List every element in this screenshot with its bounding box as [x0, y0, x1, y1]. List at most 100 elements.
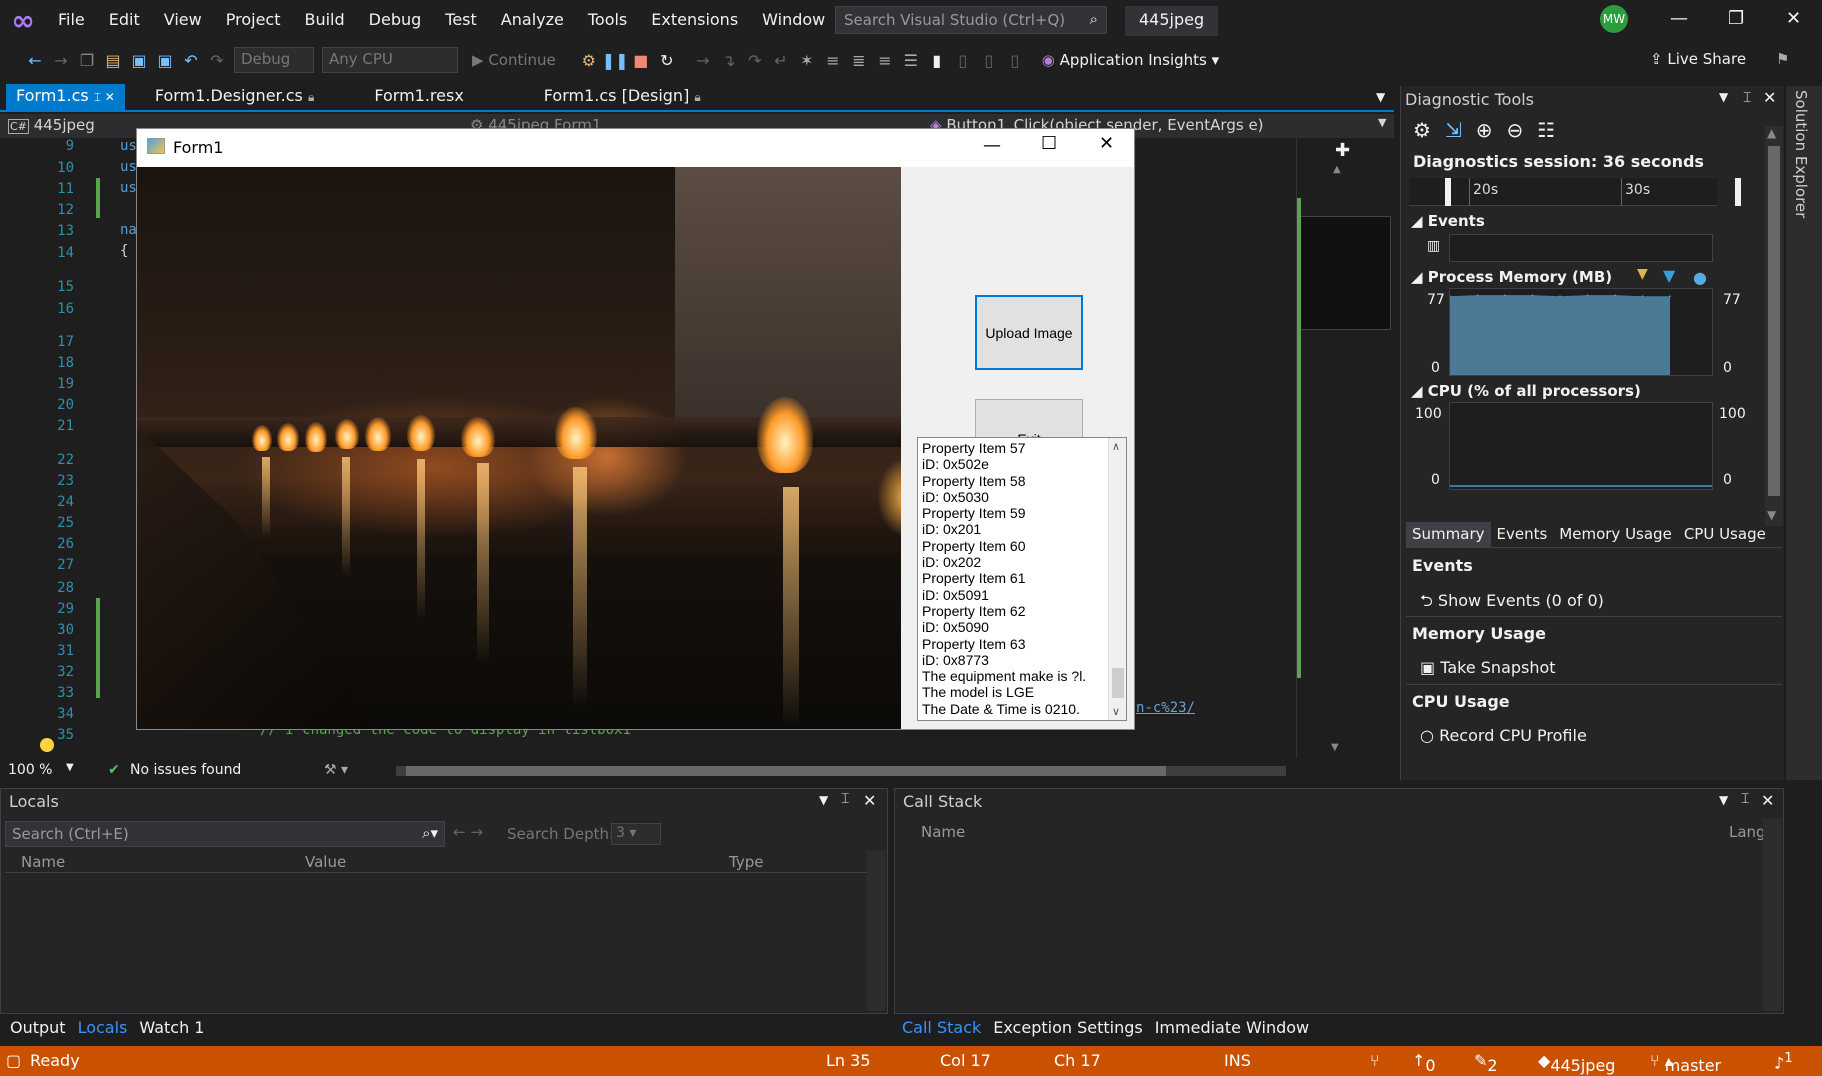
feedback-icon[interactable]: ⚑ [1776, 50, 1789, 68]
menu-tools[interactable]: Tools [576, 0, 639, 40]
tab-locals[interactable]: Locals [72, 1016, 134, 1039]
menu-project[interactable]: Project [214, 0, 293, 40]
diag-scroll-up-icon[interactable]: ▲ [1767, 126, 1776, 140]
status-ins[interactable]: INS [1224, 1051, 1251, 1070]
comment-icon[interactable]: ≡ [820, 51, 846, 70]
reset-zoom-icon[interactable]: ☷ [1537, 118, 1569, 142]
list-item[interactable]: The Date & Time is 0210. [918, 701, 1126, 717]
nav-dropdown-icon[interactable]: ▼ [1378, 116, 1386, 129]
issues-status[interactable]: No issues found [130, 762, 241, 778]
scroll-down-icon[interactable]: ▼ [1331, 742, 1339, 753]
minimap[interactable]: ✚ ▲ ▼ [1296, 138, 1391, 758]
step-into-icon[interactable]: ↴ [716, 51, 742, 70]
format-icon[interactable]: ☰ [898, 51, 924, 70]
callstack-close-icon[interactable]: ✕ [1761, 791, 1774, 810]
tab-output[interactable]: Output [4, 1016, 72, 1039]
solution-explorer-tab[interactable]: Solution Explorer [1786, 86, 1822, 780]
close-icon[interactable]: ✕ [1786, 8, 1801, 29]
restart-icon[interactable]: ↻ [654, 51, 680, 70]
status-col[interactable]: Col 17 [940, 1051, 991, 1070]
indent-icon[interactable]: ≣ [846, 51, 872, 70]
col-type[interactable]: Type [729, 853, 763, 871]
changes-count[interactable]: ✎ 2 [1474, 1051, 1498, 1075]
menu-extensions[interactable]: Extensions [639, 0, 750, 40]
list-item[interactable]: The model is LGE [918, 684, 1126, 700]
clear-bookmarks-icon[interactable]: ▯ [1002, 51, 1028, 70]
zoom-dropdown-icon[interactable]: ▼ [66, 762, 74, 773]
search-depth-select[interactable]: 3 ▾ [611, 823, 661, 845]
listbox-scrollbar[interactable]: ∧ ∨ [1108, 438, 1126, 720]
tab-cpu-usage[interactable]: CPU Usage [1678, 522, 1772, 547]
tab-exception-settings[interactable]: Exception Settings [987, 1016, 1148, 1039]
step-over-icon[interactable]: ↷ [742, 51, 768, 70]
diag-scrollbar[interactable]: ▲ ▼ [1765, 126, 1783, 526]
list-item[interactable]: Property Item 62 [918, 603, 1126, 619]
pin-icon[interactable]: ⌶ ✕ [94, 90, 115, 104]
hot-reload-icon[interactable]: ✶ [794, 51, 820, 70]
push-count[interactable]: ↑ 0 [1412, 1051, 1436, 1075]
step-out-icon[interactable]: ↵ [768, 51, 794, 70]
take-snapshot-link[interactable]: ▣ Take Snapshot [1420, 658, 1556, 677]
undo-icon[interactable]: ↶ [178, 51, 204, 70]
stop-icon[interactable]: ■ [628, 51, 654, 70]
cpu-chart[interactable] [1449, 402, 1713, 490]
listbox-scroll-up-icon[interactable]: ∧ [1112, 440, 1120, 453]
menu-view[interactable]: View [152, 0, 214, 40]
col-name[interactable]: Name [21, 853, 65, 871]
list-item[interactable]: Property Item 63 [918, 636, 1126, 652]
restore-icon[interactable]: ❐ [1728, 8, 1744, 29]
scroll-up-icon[interactable]: ▲ [1333, 164, 1341, 175]
col-value[interactable]: Value [305, 853, 346, 871]
locals-pin-icon[interactable]: ⌶ [841, 791, 849, 807]
callstack-scrollbar[interactable] [1763, 819, 1781, 1011]
nav-project[interactable]: 445jpeg [34, 116, 95, 134]
zoom-in-icon[interactable]: ⊕ [1476, 118, 1507, 142]
status-line[interactable]: Ln 35 [826, 1051, 871, 1070]
listbox-scroll-down-icon[interactable]: ∨ [1112, 705, 1120, 718]
menu-edit[interactable]: Edit [97, 0, 152, 40]
status-ch[interactable]: Ch 17 [1054, 1051, 1101, 1070]
listbox1[interactable]: Property Item 57 iD: 0x502e Property Item … [917, 437, 1127, 721]
new-project-icon[interactable]: ❐ [74, 51, 100, 70]
depth-nav-icons[interactable]: ← → [453, 823, 483, 841]
avatar[interactable]: MW [1600, 5, 1628, 33]
search-input[interactable]: Search Visual Studio (Ctrl+Q) ⌕ [835, 6, 1107, 34]
events-track[interactable] [1449, 234, 1713, 262]
tab-events[interactable]: Events [1491, 522, 1554, 547]
tab-overflow-icon[interactable]: ▼ [1376, 90, 1385, 104]
step-icon[interactable]: → [690, 51, 716, 70]
menu-build[interactable]: Build [292, 0, 356, 40]
prev-bookmark-icon[interactable]: ▯ [950, 51, 976, 70]
tab-immediate-window[interactable]: Immediate Window [1149, 1016, 1315, 1039]
diag-dropdown-icon[interactable]: ▼ [1719, 90, 1728, 104]
menu-debug[interactable]: Debug [357, 0, 434, 40]
form-close-icon[interactable]: ✕ [1099, 133, 1114, 154]
show-events-link[interactable]: ⮌ Show Events (0 of 0) [1420, 590, 1604, 617]
list-item[interactable]: iD: 0x5030 [918, 489, 1126, 505]
menu-test[interactable]: Test [433, 0, 489, 40]
zoom-out-icon[interactable]: ⊖ [1506, 118, 1537, 142]
continue-button[interactable]: ▶ Continue [472, 51, 556, 69]
locals-scrollbar[interactable] [867, 851, 885, 1011]
horizontal-scrollbar[interactable] [396, 766, 1286, 776]
split-icon[interactable]: ✚ [1335, 140, 1350, 161]
diag-close-icon[interactable]: ✕ [1763, 88, 1776, 107]
cleanup-icon[interactable]: ⚒ ▾ [324, 762, 348, 778]
form-minimize-icon[interactable]: — [983, 135, 1001, 156]
code-link[interactable]: n-c%23/ [1136, 700, 1195, 716]
upload-image-button[interactable]: Upload Image [975, 295, 1083, 370]
callstack-col-lang[interactable]: Lang [1729, 823, 1766, 841]
list-item[interactable]: Property Item 59 [918, 505, 1126, 521]
tab-call-stack[interactable]: Call Stack [896, 1016, 987, 1039]
minimize-icon[interactable]: — [1670, 8, 1688, 29]
config-dropdown[interactable]: Debug [234, 47, 314, 73]
list-item[interactable]: Property Item 57 [918, 440, 1126, 456]
redo-icon[interactable]: ↷ [204, 51, 230, 70]
live-share-button[interactable]: ⇪ Live Share [1650, 50, 1746, 68]
form-maximize-icon[interactable]: ☐ [1041, 133, 1057, 154]
events-section-header[interactable]: ◢ Events [1411, 212, 1485, 230]
tab-watch[interactable]: Watch 1 [133, 1016, 210, 1039]
callstack-col-name[interactable]: Name [921, 823, 965, 841]
diag-pin-icon[interactable]: ⌶ [1743, 90, 1751, 106]
locals-close-icon[interactable]: ✕ [863, 791, 876, 810]
